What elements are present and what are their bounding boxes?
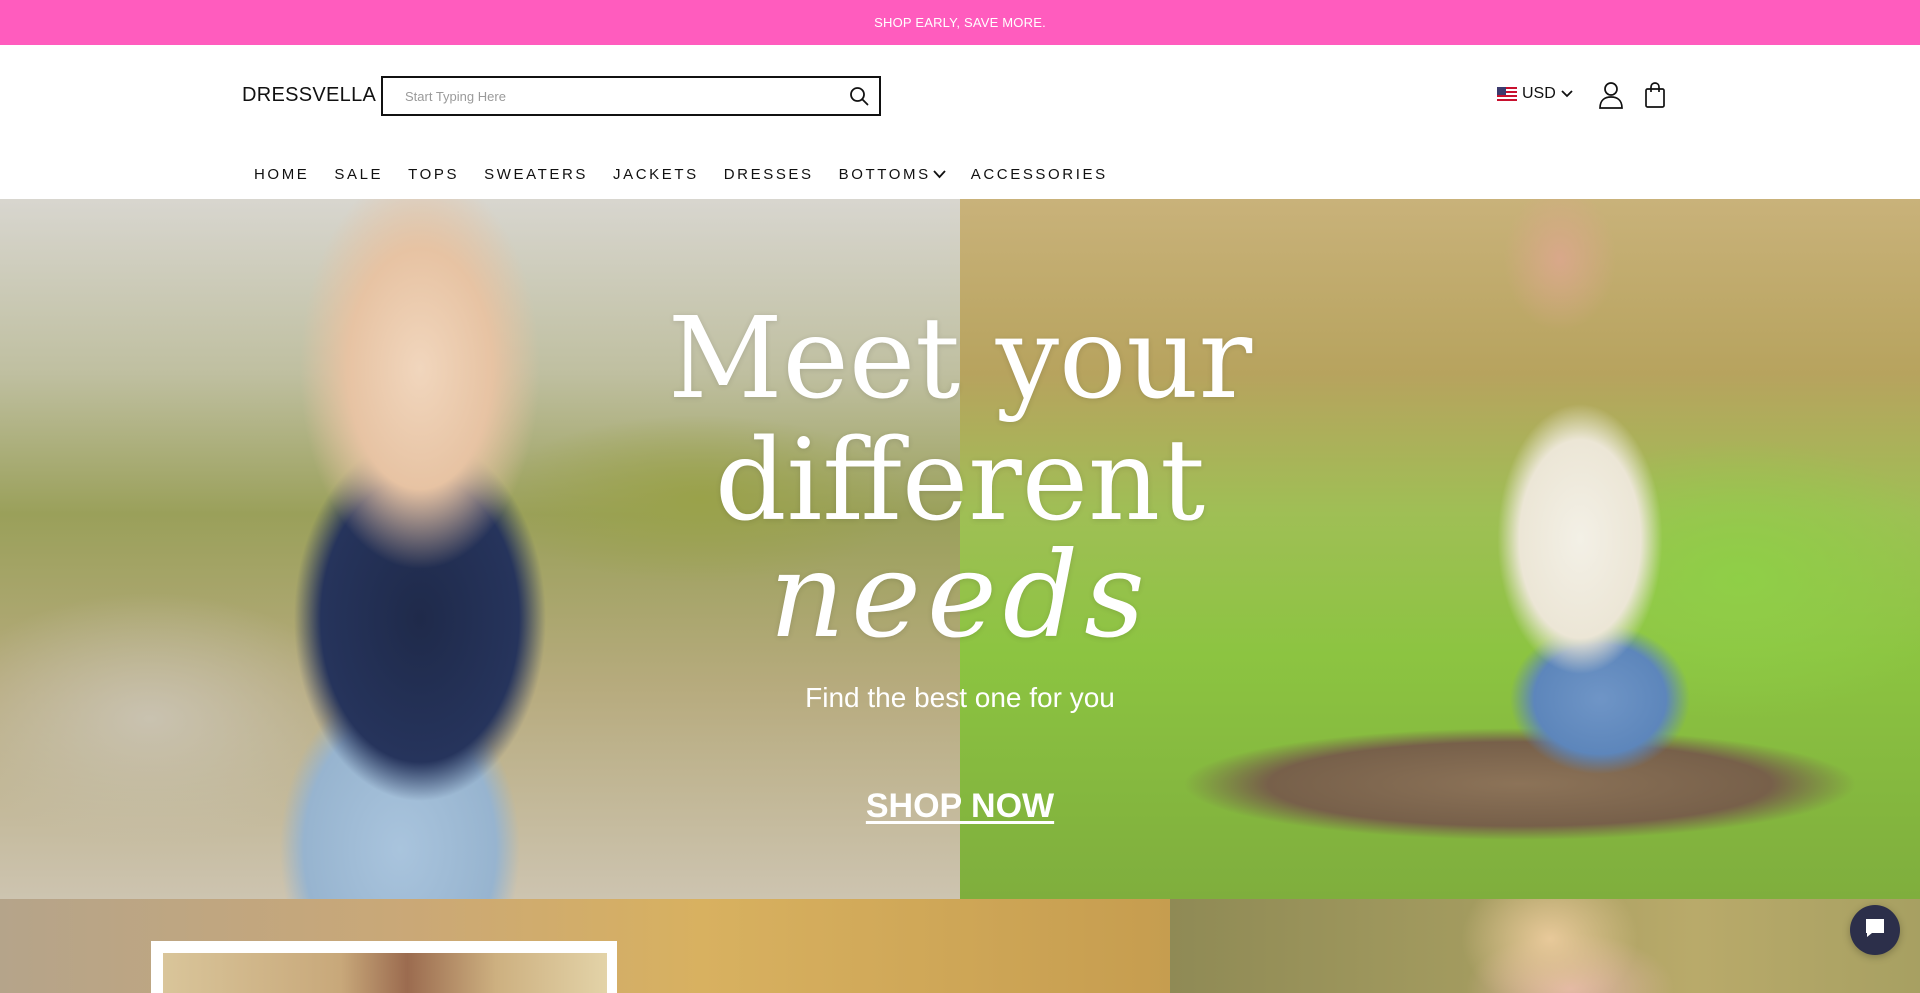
hero-subtitle: Find the best one for you <box>805 682 1115 713</box>
hero-headline-line1: Meet your <box>667 294 1253 424</box>
main-navigation: HOME SALE TOPS SWEATERS JACKETS DRESSES … <box>254 163 1133 185</box>
hero-text: Meet your different needs Find the best … <box>0 199 1920 899</box>
promo-image-right[interactable] <box>1170 899 1920 993</box>
cart-icon[interactable] <box>1644 81 1666 109</box>
nav-item-sale[interactable]: SALE <box>334 163 383 185</box>
promo-image-left <box>0 899 1170 993</box>
nav-item-jackets[interactable]: JACKETS <box>613 163 699 185</box>
account-icon[interactable] <box>1598 81 1624 109</box>
promo-card-image <box>163 953 607 993</box>
nav-item-dresses[interactable]: DRESSES <box>724 163 814 185</box>
nav-item-bottoms[interactable]: BOTTOMS <box>839 163 946 185</box>
nav-item-sweaters[interactable]: SWEATERS <box>484 163 588 185</box>
nav-item-home[interactable]: HOME <box>254 163 309 185</box>
search-icon[interactable] <box>839 78 879 114</box>
search-input[interactable] <box>383 78 839 114</box>
currency-selector[interactable]: USD <box>1497 85 1573 103</box>
shop-now-link[interactable]: SHOP NOW <box>862 787 1058 826</box>
currency-code: USD <box>1522 85 1556 102</box>
site-logo[interactable]: DRESSVELLA <box>242 84 376 107</box>
promo-strip <box>0 899 1920 993</box>
nav-item-tops[interactable]: TOPS <box>408 163 459 185</box>
chat-bubble-icon <box>1863 916 1887 945</box>
chevron-down-icon <box>1561 85 1573 103</box>
nav-item-accessories[interactable]: ACCESSORIES <box>971 163 1108 185</box>
us-flag-icon <box>1497 87 1517 101</box>
announcement-text: SHOP EARLY, SAVE MORE.⁣⁣ <box>874 15 1046 30</box>
site-header: DRESSVELLA USD HOME SALE T <box>0 45 1920 199</box>
hero-headline-line3: needs <box>769 526 1151 664</box>
search-bar <box>381 76 881 116</box>
nav-item-bottoms-label: BOTTOMS <box>838 165 931 183</box>
chat-button[interactable] <box>1850 905 1900 955</box>
chevron-down-icon <box>933 169 946 178</box>
hero-banner[interactable]: Meet your different needs Find the best … <box>0 199 1920 899</box>
promo-card[interactable] <box>151 941 617 993</box>
hero-headline-line2: different <box>714 416 1206 546</box>
announcement-bar: SHOP EARLY, SAVE MORE.⁣⁣ <box>0 0 1920 45</box>
